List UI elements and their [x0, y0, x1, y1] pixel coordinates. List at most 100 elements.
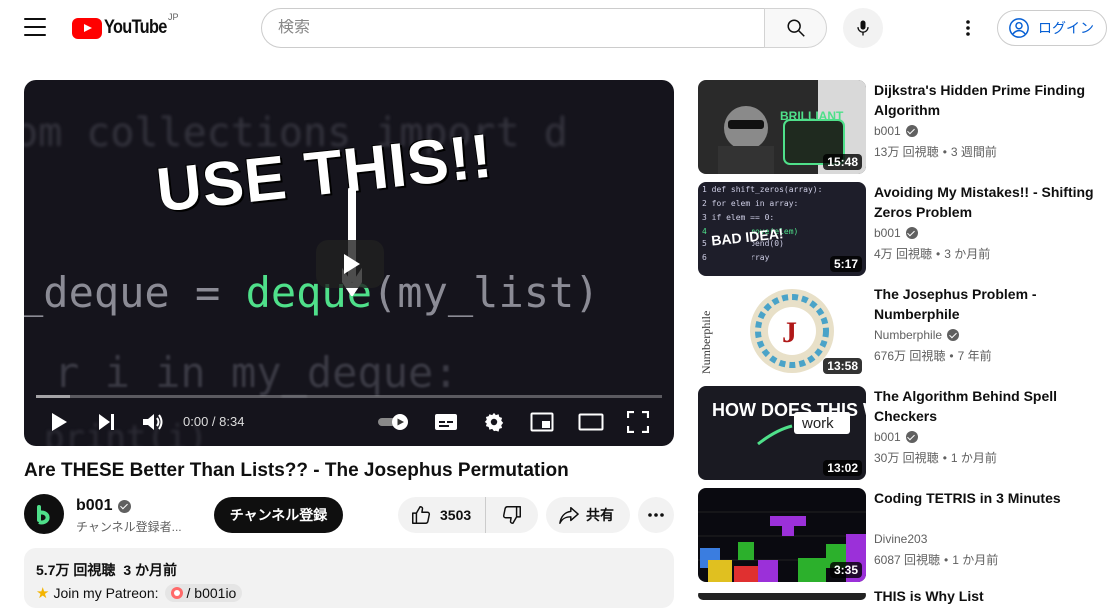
view-count: 5.7万 回視聴 [36, 562, 116, 578]
recommendation-meta: 6087 回視聴 • 1 か月前 [874, 553, 999, 567]
progress-bar[interactable] [36, 395, 662, 398]
fullscreen-button[interactable] [624, 408, 652, 436]
thumbnail-image [698, 593, 866, 600]
thumbnail-text: HOW DOES THIS WERK? [712, 400, 866, 420]
like-button[interactable]: 3503 [398, 497, 486, 533]
youtube-logo[interactable]: YouTube [72, 16, 177, 40]
settings-button[interactable] [480, 408, 508, 436]
verified-icon [905, 431, 918, 443]
channel-name-text: b001 [874, 226, 901, 240]
verified-icon [118, 499, 132, 513]
voice-search-button[interactable] [843, 8, 883, 48]
large-play-button[interactable] [316, 240, 384, 288]
subtitles-button[interactable] [432, 408, 460, 436]
code-background-line: r i in my_deque: [54, 348, 459, 397]
play-icon [52, 413, 67, 431]
thumbs-up-icon [412, 506, 431, 524]
time-display: 0:00 / 8:34 [183, 414, 245, 429]
dislike-button[interactable] [486, 497, 538, 533]
theater-mode-button[interactable] [576, 408, 606, 436]
search-box [261, 8, 764, 48]
patreon-link[interactable]: / b001io [164, 584, 243, 602]
miniplayer-button[interactable] [528, 408, 556, 436]
verified-icon [947, 329, 960, 341]
recommendation-item[interactable]: 3:35 Coding TETRIS in 3 Minutes Divine20… [698, 488, 1098, 582]
code-background-line: _deque = deque(my_list) [24, 268, 600, 317]
subscriber-count: チャンネル登録者... [76, 520, 182, 534]
subscribe-button[interactable]: チャンネル登録 [214, 497, 343, 533]
channel-name-text: b001 [874, 124, 901, 138]
upload-age: 1 か月前 [950, 451, 997, 465]
recommendation-channel: Divine203 [874, 532, 927, 546]
progress-buffer [36, 395, 70, 398]
recommendation-title: The Josephus Problem - Numberphile [874, 286, 1037, 322]
share-button[interactable]: 共有 [546, 497, 630, 533]
channel-avatar[interactable] [24, 494, 64, 534]
gear-icon [484, 412, 504, 432]
fullscreen-icon [627, 411, 649, 433]
channel-name-text: Divine203 [874, 532, 928, 546]
theater-icon [578, 413, 604, 431]
search-button[interactable] [764, 8, 827, 48]
svg-text:3 if elem == 0:: 3 if elem == 0: [702, 213, 774, 222]
more-vert-icon [966, 20, 970, 36]
skip-next-icon [99, 414, 114, 430]
view-count: 6087 回視聴 [874, 553, 941, 567]
share-label: 共有 [586, 507, 614, 523]
thumbnail-text: Numberphile [699, 311, 713, 374]
recommendation-meta: 13万 回視聴 • 3 週間前 [874, 145, 997, 159]
more-horiz-icon [648, 513, 664, 517]
volume-icon [143, 414, 163, 430]
channel-logo-icon [37, 505, 50, 525]
more-actions-button[interactable] [638, 497, 674, 533]
recommendation-item[interactable]: 1 def shift_zeros(array): 2 for elem in … [698, 182, 1098, 276]
patreon-icon [170, 587, 183, 599]
recommendation-title: THIS is Why List [874, 588, 984, 604]
settings-more-button[interactable] [950, 12, 986, 44]
video-thumbnail: work HOW DOES THIS WERK? 13:02 [698, 386, 866, 480]
upload-age: 7 年前 [957, 349, 992, 363]
search-input[interactable] [278, 19, 764, 37]
menu-icon[interactable] [24, 18, 46, 36]
svg-text:1 def shift_zeros(array):: 1 def shift_zeros(array): [702, 185, 822, 194]
view-count: 13万 回視聴 [874, 145, 939, 159]
autoplay-toggle[interactable] [376, 408, 412, 436]
login-button[interactable]: ログイン [997, 10, 1107, 46]
view-count: 4万 回視聴 [874, 247, 933, 261]
svg-text:J: J [782, 316, 797, 349]
video-thumbnail [698, 590, 866, 600]
description-box[interactable]: 5.7万 回視聴 3 か月前 ★ Join my Patreon: / b001i… [24, 548, 674, 608]
svg-text:2 for elem in array:: 2 for elem in array: [702, 199, 798, 208]
next-button[interactable] [94, 408, 120, 436]
upload-date: 3 か月前 [123, 562, 178, 578]
view-count: 676万 回視聴 [874, 349, 946, 363]
recommendation-channel: b001 [874, 430, 918, 444]
recommendation-channel: Numberphile [874, 328, 960, 342]
play-button[interactable] [46, 408, 72, 436]
description-line: ★ Join my Patreon: / b001io [36, 584, 662, 602]
code-text: _deque = [24, 268, 246, 317]
subtitles-icon [435, 414, 457, 430]
youtube-play-icon [72, 17, 102, 39]
video-player[interactable]: om collections import d _deque = deque(m… [24, 80, 674, 446]
channel-name-text: Numberphile [874, 328, 943, 342]
share-icon [559, 507, 579, 524]
login-label: ログイン [1038, 20, 1094, 36]
thumbnail-text: BRILLIANT [780, 109, 844, 123]
video-duration: 3:35 [829, 562, 862, 578]
video-duration: 15:48 [823, 154, 862, 170]
verified-icon [905, 227, 918, 239]
mute-button[interactable] [140, 408, 166, 436]
recommendation-meta: 676万 回視聴 • 7 年前 [874, 349, 992, 363]
search-icon [786, 19, 805, 37]
like-count: 3503 [440, 507, 472, 523]
recommendation-item[interactable]: BRILLIANT 15:48 Dijkstra's Hidden Prime … [698, 80, 1098, 174]
recommendation-item[interactable]: work HOW DOES THIS WERK? 13:02 The Algor… [698, 386, 1098, 480]
recommendation-item[interactable]: Numberphile J 13:58 The Josephus Problem… [698, 284, 1098, 378]
recommendation-item[interactable]: THIS is Why List [698, 588, 1098, 604]
channel-name-text: b001 [76, 497, 113, 514]
channel-name[interactable]: b001 [76, 497, 132, 515]
miniplayer-icon [530, 412, 554, 432]
recommendation-title: The Algorithm Behind Spell Checkers [874, 388, 1058, 424]
like-dislike-group: 3503 [398, 497, 538, 533]
